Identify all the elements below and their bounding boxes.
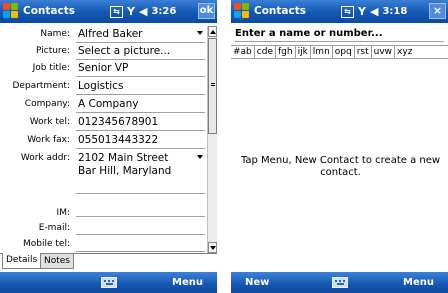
new-button[interactable]: New [245, 277, 269, 288]
keyboard-icon[interactable] [332, 277, 348, 288]
app-title: Contacts [23, 5, 75, 17]
volume-icon[interactable]: ◀ [370, 5, 378, 18]
field-row-department[interactable]: Department: Logistics [0, 79, 207, 94]
clock[interactable]: 3:26 [151, 6, 176, 17]
department-field[interactable]: Logistics [78, 80, 205, 92]
windows-start-icon[interactable] [3, 3, 19, 19]
field-label: E-mail: [38, 223, 70, 233]
keyboard-icon[interactable] [101, 277, 117, 288]
field-label: Work fax: [27, 135, 70, 145]
field-divider [76, 76, 205, 77]
field-row-picture[interactable]: Picture: Select a picture... [0, 44, 207, 59]
connectivity-icon[interactable]: ⇆ [110, 5, 123, 18]
alpha-tab[interactable]: #ab [231, 46, 255, 58]
picture-field[interactable]: Select a picture... [78, 45, 205, 57]
field-row-mobile-tel[interactable]: Mobile tel: [0, 237, 207, 252]
contact-edit-screen: Contacts ⇆ Y ◀ 3:26 ok Name: Alfred Bake… [0, 0, 217, 293]
menu-button[interactable]: Menu [403, 277, 434, 288]
field-label: Picture: [36, 46, 70, 56]
chevron-down-icon[interactable] [197, 155, 203, 159]
field-row-work-fax[interactable]: Work fax: 055013443322 [0, 133, 207, 148]
tab-details[interactable]: Details [2, 253, 42, 269]
work-fax-field[interactable]: 055013443322 [78, 134, 205, 146]
status-tray: ⇆ Y ◀ 3:18 [341, 4, 407, 19]
alphabet-tabs: #ab cde fgh ijk lmn opq rst uvw xyz [231, 45, 448, 59]
field-label: Work tel: [29, 117, 70, 127]
contacts-list-screen: Contacts ⇆ Y ◀ 3:18 × Enter a name or nu… [231, 0, 448, 293]
tab-strip: Details Notes [0, 253, 217, 271]
field-row-im[interactable]: IM: [0, 206, 207, 221]
scroll-up-button[interactable] [208, 26, 217, 37]
alpha-tab[interactable]: uvw [372, 46, 396, 58]
field-divider [76, 148, 205, 149]
field-label: Department: [12, 81, 71, 91]
field-row-name[interactable]: Name: Alfred Baker [0, 27, 207, 42]
field-divider [76, 42, 205, 43]
company-field[interactable]: A Company [78, 98, 205, 110]
alpha-tab[interactable]: cde [255, 46, 276, 58]
field-divider [76, 94, 205, 95]
clock[interactable]: 3:18 [382, 6, 407, 17]
alpha-tab[interactable]: fgh [276, 46, 296, 58]
status-tray: ⇆ Y ◀ 3:26 [110, 4, 176, 19]
field-divider [76, 234, 205, 235]
field-row-work-addr[interactable]: Work addr: 2102 Main Street Bar Hill, Ma… [0, 151, 207, 191]
field-row-job-title[interactable]: Job title: Senior VP [0, 61, 207, 76]
field-divider [76, 112, 205, 113]
name-field[interactable]: Alfred Baker [78, 28, 205, 40]
menu-button[interactable]: Menu [172, 277, 203, 288]
field-divider [76, 59, 205, 60]
field-label: IM: [56, 208, 70, 218]
work-addr-line2[interactable]: Bar Hill, Maryland [78, 165, 205, 177]
field-divider [76, 216, 205, 217]
field-divider [76, 193, 205, 194]
search-input[interactable]: Enter a name or number... [235, 26, 444, 42]
field-row-company[interactable]: Company: A Company [0, 97, 207, 112]
alpha-tab[interactable]: rst [355, 46, 372, 58]
volume-icon[interactable]: ◀ [139, 5, 147, 18]
app-title: Contacts [254, 5, 306, 17]
soft-key-bar: Menu [0, 272, 217, 293]
field-label: Name: [40, 29, 70, 39]
work-addr-field[interactable]: 2102 Main Street [78, 152, 205, 164]
work-tel-field[interactable]: 012345678901 [78, 116, 205, 128]
field-label: Work addr: [20, 153, 70, 163]
contact-form: Name: Alfred Baker Picture: Select a pic… [0, 26, 207, 253]
job-title-field[interactable]: Senior VP [78, 62, 205, 74]
field-divider [76, 130, 205, 131]
field-label: Mobile tel: [23, 239, 70, 249]
scroll-thumb[interactable] [208, 38, 217, 134]
empty-state-message: Tap Menu, New Contact to create a new co… [240, 155, 441, 178]
close-button[interactable]: × [429, 3, 446, 19]
field-row-work-tel[interactable]: Work tel: 012345678901 [0, 115, 207, 130]
field-divider [76, 251, 205, 252]
soft-key-bar: New Menu [231, 272, 448, 293]
alpha-tab[interactable]: lmn [311, 46, 333, 58]
tab-notes[interactable]: Notes [40, 253, 74, 269]
chevron-down-icon[interactable] [197, 31, 203, 35]
title-bar: Contacts ⇆ Y ◀ 3:18 × [231, 0, 448, 23]
title-bar: Contacts ⇆ Y ◀ 3:26 ok [0, 0, 217, 23]
windows-start-icon[interactable] [234, 3, 250, 19]
connectivity-icon[interactable]: ⇆ [341, 5, 354, 18]
ok-button[interactable]: ok [198, 3, 215, 19]
field-label: Job title: [32, 63, 70, 73]
signal-icon[interactable]: Y [127, 5, 135, 18]
signal-icon[interactable]: Y [358, 5, 366, 18]
scroll-down-button[interactable] [208, 242, 217, 253]
alpha-tab[interactable]: ijk [296, 46, 311, 58]
alpha-tab[interactable]: opq [333, 46, 355, 58]
field-label: Company: [24, 99, 70, 109]
vertical-scrollbar[interactable] [207, 26, 217, 253]
alpha-tab[interactable]: xyz [395, 46, 414, 58]
